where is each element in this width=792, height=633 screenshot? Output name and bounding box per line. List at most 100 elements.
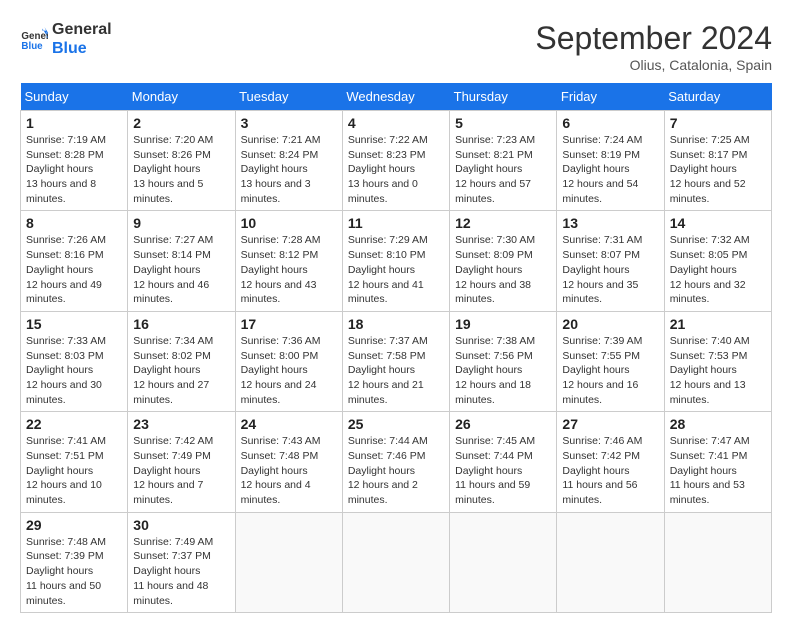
logo: General Blue General Blue (20, 20, 112, 58)
day-info: Sunrise: 7:43 AM Sunset: 7:48 PM Dayligh… (241, 434, 337, 507)
table-row: 13 Sunrise: 7:31 AM Sunset: 8:07 PM Dayl… (557, 211, 664, 311)
day-info: Sunrise: 7:20 AM Sunset: 8:26 PM Dayligh… (133, 133, 229, 206)
table-row: 10 Sunrise: 7:28 AM Sunset: 8:12 PM Dayl… (235, 211, 342, 311)
day-info: Sunrise: 7:27 AM Sunset: 8:14 PM Dayligh… (133, 233, 229, 306)
table-row: 18 Sunrise: 7:37 AM Sunset: 7:58 PM Dayl… (342, 311, 449, 411)
table-row: 25 Sunrise: 7:44 AM Sunset: 7:46 PM Dayl… (342, 412, 449, 512)
location-subtitle: Olius, Catalonia, Spain (535, 57, 772, 73)
day-info: Sunrise: 7:40 AM Sunset: 7:53 PM Dayligh… (670, 334, 766, 407)
day-number: 11 (348, 215, 444, 231)
day-info: Sunrise: 7:39 AM Sunset: 7:55 PM Dayligh… (562, 334, 658, 407)
day-number: 2 (133, 115, 229, 131)
day-info: Sunrise: 7:41 AM Sunset: 7:51 PM Dayligh… (26, 434, 122, 507)
table-row: 28 Sunrise: 7:47 AM Sunset: 7:41 PM Dayl… (664, 412, 771, 512)
table-row: 14 Sunrise: 7:32 AM Sunset: 8:05 PM Dayl… (664, 211, 771, 311)
day-number: 30 (133, 517, 229, 533)
table-row: 9 Sunrise: 7:27 AM Sunset: 8:14 PM Dayli… (128, 211, 235, 311)
table-row: 23 Sunrise: 7:42 AM Sunset: 7:49 PM Dayl… (128, 412, 235, 512)
header-sunday: Sunday (21, 83, 128, 111)
header-tuesday: Tuesday (235, 83, 342, 111)
day-number: 6 (562, 115, 658, 131)
day-info: Sunrise: 7:42 AM Sunset: 7:49 PM Dayligh… (133, 434, 229, 507)
day-info: Sunrise: 7:29 AM Sunset: 8:10 PM Dayligh… (348, 233, 444, 306)
day-info: Sunrise: 7:36 AM Sunset: 8:00 PM Dayligh… (241, 334, 337, 407)
day-number: 24 (241, 416, 337, 432)
table-row: 15 Sunrise: 7:33 AM Sunset: 8:03 PM Dayl… (21, 311, 128, 411)
table-row (450, 512, 557, 612)
day-info: Sunrise: 7:30 AM Sunset: 8:09 PM Dayligh… (455, 233, 551, 306)
day-info: Sunrise: 7:24 AM Sunset: 8:19 PM Dayligh… (562, 133, 658, 206)
table-row: 29 Sunrise: 7:48 AM Sunset: 7:39 PM Dayl… (21, 512, 128, 612)
day-info: Sunrise: 7:46 AM Sunset: 7:42 PM Dayligh… (562, 434, 658, 507)
day-number: 3 (241, 115, 337, 131)
table-row: 20 Sunrise: 7:39 AM Sunset: 7:55 PM Dayl… (557, 311, 664, 411)
day-number: 29 (26, 517, 122, 533)
logo-text-blue: Blue (52, 39, 112, 58)
table-row: 11 Sunrise: 7:29 AM Sunset: 8:10 PM Dayl… (342, 211, 449, 311)
day-number: 1 (26, 115, 122, 131)
day-number: 7 (670, 115, 766, 131)
day-info: Sunrise: 7:37 AM Sunset: 7:58 PM Dayligh… (348, 334, 444, 407)
table-row: 3 Sunrise: 7:21 AM Sunset: 8:24 PM Dayli… (235, 111, 342, 211)
day-number: 8 (26, 215, 122, 231)
table-row: 7 Sunrise: 7:25 AM Sunset: 8:17 PM Dayli… (664, 111, 771, 211)
table-row (664, 512, 771, 612)
table-row (235, 512, 342, 612)
day-number: 9 (133, 215, 229, 231)
calendar-week-row: 1 Sunrise: 7:19 AM Sunset: 8:28 PM Dayli… (21, 111, 772, 211)
day-number: 19 (455, 316, 551, 332)
day-info: Sunrise: 7:25 AM Sunset: 8:17 PM Dayligh… (670, 133, 766, 206)
table-row: 4 Sunrise: 7:22 AM Sunset: 8:23 PM Dayli… (342, 111, 449, 211)
day-info: Sunrise: 7:34 AM Sunset: 8:02 PM Dayligh… (133, 334, 229, 407)
day-number: 14 (670, 215, 766, 231)
table-row: 21 Sunrise: 7:40 AM Sunset: 7:53 PM Dayl… (664, 311, 771, 411)
calendar-header-row: Sunday Monday Tuesday Wednesday Thursday… (21, 83, 772, 111)
day-number: 4 (348, 115, 444, 131)
day-number: 18 (348, 316, 444, 332)
day-number: 12 (455, 215, 551, 231)
logo-text-general: General (52, 20, 112, 39)
table-row: 19 Sunrise: 7:38 AM Sunset: 7:56 PM Dayl… (450, 311, 557, 411)
day-info: Sunrise: 7:19 AM Sunset: 8:28 PM Dayligh… (26, 133, 122, 206)
day-info: Sunrise: 7:21 AM Sunset: 8:24 PM Dayligh… (241, 133, 337, 206)
day-info: Sunrise: 7:33 AM Sunset: 8:03 PM Dayligh… (26, 334, 122, 407)
table-row (342, 512, 449, 612)
table-row: 12 Sunrise: 7:30 AM Sunset: 8:09 PM Dayl… (450, 211, 557, 311)
day-number: 17 (241, 316, 337, 332)
calendar-week-row: 29 Sunrise: 7:48 AM Sunset: 7:39 PM Dayl… (21, 512, 772, 612)
day-info: Sunrise: 7:47 AM Sunset: 7:41 PM Dayligh… (670, 434, 766, 507)
header-thursday: Thursday (450, 83, 557, 111)
calendar-week-row: 8 Sunrise: 7:26 AM Sunset: 8:16 PM Dayli… (21, 211, 772, 311)
calendar-table: Sunday Monday Tuesday Wednesday Thursday… (20, 83, 772, 613)
day-info: Sunrise: 7:23 AM Sunset: 8:21 PM Dayligh… (455, 133, 551, 206)
logo-icon: General Blue (20, 25, 48, 53)
table-row: 26 Sunrise: 7:45 AM Sunset: 7:44 PM Dayl… (450, 412, 557, 512)
table-row: 30 Sunrise: 7:49 AM Sunset: 7:37 PM Dayl… (128, 512, 235, 612)
calendar-week-row: 15 Sunrise: 7:33 AM Sunset: 8:03 PM Dayl… (21, 311, 772, 411)
svg-text:Blue: Blue (21, 41, 43, 52)
day-info: Sunrise: 7:22 AM Sunset: 8:23 PM Dayligh… (348, 133, 444, 206)
day-number: 5 (455, 115, 551, 131)
table-row: 17 Sunrise: 7:36 AM Sunset: 8:00 PM Dayl… (235, 311, 342, 411)
day-info: Sunrise: 7:45 AM Sunset: 7:44 PM Dayligh… (455, 434, 551, 507)
header-wednesday: Wednesday (342, 83, 449, 111)
day-number: 15 (26, 316, 122, 332)
day-info: Sunrise: 7:26 AM Sunset: 8:16 PM Dayligh… (26, 233, 122, 306)
table-row: 16 Sunrise: 7:34 AM Sunset: 8:02 PM Dayl… (128, 311, 235, 411)
day-number: 20 (562, 316, 658, 332)
header-friday: Friday (557, 83, 664, 111)
table-row: 24 Sunrise: 7:43 AM Sunset: 7:48 PM Dayl… (235, 412, 342, 512)
day-info: Sunrise: 7:32 AM Sunset: 8:05 PM Dayligh… (670, 233, 766, 306)
day-info: Sunrise: 7:48 AM Sunset: 7:39 PM Dayligh… (26, 535, 122, 608)
day-number: 25 (348, 416, 444, 432)
table-row: 22 Sunrise: 7:41 AM Sunset: 7:51 PM Dayl… (21, 412, 128, 512)
table-row: 27 Sunrise: 7:46 AM Sunset: 7:42 PM Dayl… (557, 412, 664, 512)
title-block: September 2024 Olius, Catalonia, Spain (535, 20, 772, 73)
day-info: Sunrise: 7:38 AM Sunset: 7:56 PM Dayligh… (455, 334, 551, 407)
day-number: 21 (670, 316, 766, 332)
header-monday: Monday (128, 83, 235, 111)
day-number: 13 (562, 215, 658, 231)
day-info: Sunrise: 7:44 AM Sunset: 7:46 PM Dayligh… (348, 434, 444, 507)
page-header: General Blue General Blue September 2024… (20, 20, 772, 73)
day-number: 27 (562, 416, 658, 432)
